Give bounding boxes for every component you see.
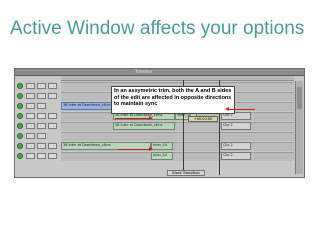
- track-button[interactable]: [37, 153, 46, 159]
- trim-explanation-callout: In an assymetric trim, both the A and B …: [111, 86, 235, 114]
- timeline-clip[interactable]: Inter_04: [151, 142, 173, 150]
- track-button[interactable]: [26, 93, 35, 99]
- track-control-v2: [17, 92, 59, 100]
- track-enable-icon[interactable]: [17, 93, 23, 99]
- track-enable-icon[interactable]: [17, 143, 23, 149]
- track-enable-icon[interactable]: [17, 153, 23, 159]
- timeline-track[interactable]: [61, 122, 294, 131]
- timeline-track[interactable]: [61, 152, 294, 161]
- timeline-clip[interactable]: Inter_04: [151, 152, 173, 160]
- track-button[interactable]: [26, 143, 35, 149]
- track-button[interactable]: [26, 133, 35, 139]
- arrow-left-icon: [225, 107, 255, 111]
- track-button[interactable]: [48, 143, 57, 149]
- timeline-screenshot: Timeline 3B Inter at Downtown_clkns 3B I…: [14, 68, 305, 178]
- timeline-clip[interactable]: Clip 2: [221, 122, 251, 130]
- track-control-a3: [17, 132, 59, 140]
- timecode-ruler[interactable]: [61, 76, 294, 81]
- track-button[interactable]: [37, 103, 46, 109]
- track-control-v3: [17, 82, 59, 90]
- scrollbar-thumb[interactable]: [297, 87, 302, 109]
- timeline-clip[interactable]: Clip 2: [221, 152, 251, 160]
- window-titlebar[interactable]: Timeline: [15, 69, 304, 76]
- track-button[interactable]: [37, 123, 46, 129]
- track-button[interactable]: [26, 113, 35, 119]
- track-button[interactable]: [26, 83, 35, 89]
- track-control-v1: [17, 102, 59, 110]
- arrow-right-icon: [115, 116, 153, 120]
- track-enable-icon[interactable]: [17, 103, 23, 109]
- track-button[interactable]: [48, 113, 57, 119]
- slide-title: Active Window affects your options: [10, 18, 305, 39]
- track-button[interactable]: [37, 93, 46, 99]
- timeline-track[interactable]: [61, 132, 294, 141]
- track-control-a5: [17, 152, 59, 160]
- vertical-scrollbar[interactable]: [295, 81, 303, 174]
- track-enable-icon[interactable]: [17, 133, 23, 139]
- track-control-a1: [17, 112, 59, 120]
- track-button[interactable]: [37, 143, 46, 149]
- track-button[interactable]: [48, 123, 57, 129]
- track-button[interactable]: [26, 123, 35, 129]
- track-button[interactable]: [48, 93, 57, 99]
- track-button[interactable]: [37, 113, 46, 119]
- track-button[interactable]: [48, 83, 57, 89]
- track-enable-icon[interactable]: [17, 83, 23, 89]
- track-button[interactable]: [37, 133, 46, 139]
- timeline-clip[interactable]: 3B Inter at Downtown_clkns: [113, 122, 175, 130]
- track-enable-icon[interactable]: [17, 113, 23, 119]
- track-control-a4: [17, 142, 59, 150]
- track-button[interactable]: [48, 153, 57, 159]
- track-button[interactable]: [26, 103, 35, 109]
- track-button[interactable]: [37, 83, 46, 89]
- trim-counter: +00:00:00: [188, 116, 218, 122]
- track-control-a2: [17, 122, 59, 130]
- window-title: Timeline: [135, 69, 153, 74]
- track-enable-icon[interactable]: [17, 123, 23, 129]
- track-button[interactable]: [26, 153, 35, 159]
- timeline-clip[interactable]: Black Transition: [167, 170, 205, 176]
- timeline-clip[interactable]: Clip 2: [221, 142, 251, 150]
- arrow-right-icon: [117, 147, 153, 151]
